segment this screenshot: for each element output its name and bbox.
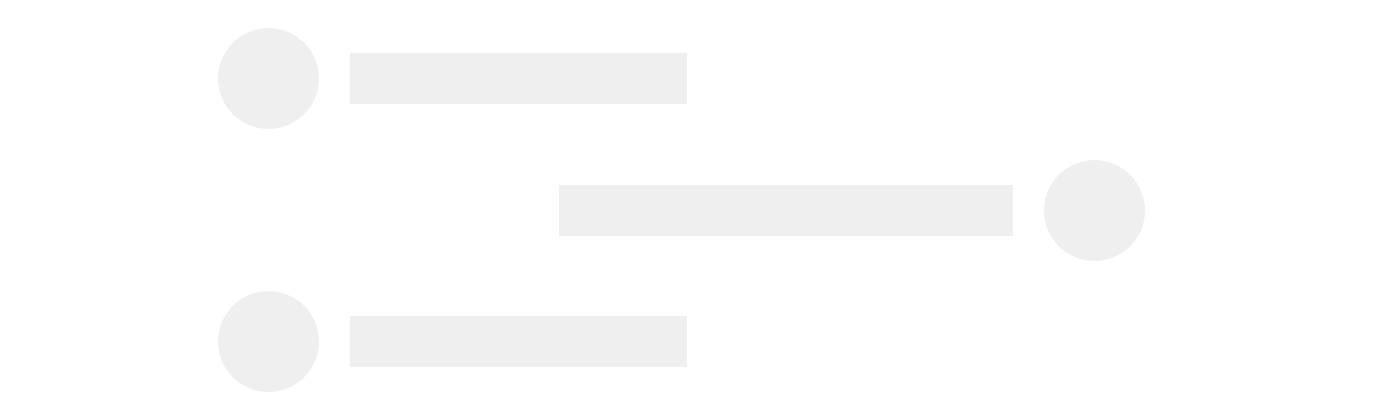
avatar-placeholder — [218, 28, 319, 129]
chat-skeleton — [0, 0, 1400, 420]
avatar-placeholder — [1044, 160, 1145, 261]
message-text-placeholder — [559, 185, 1013, 236]
message-text-placeholder — [350, 316, 687, 367]
avatar-placeholder — [218, 291, 319, 392]
message-text-placeholder — [350, 53, 687, 104]
